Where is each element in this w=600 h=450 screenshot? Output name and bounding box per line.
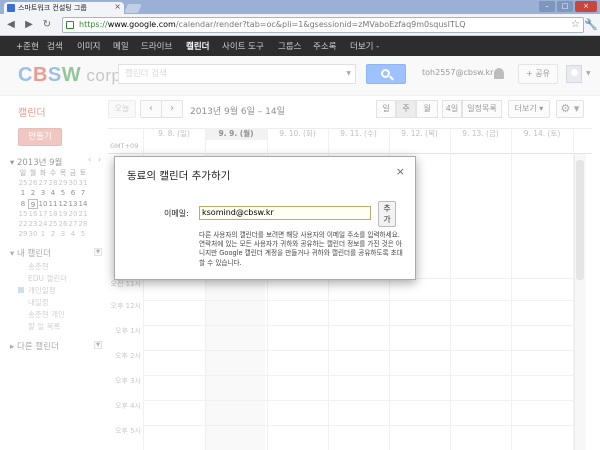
browser-titlebar: 스마트워크 컨설팅 그룹 × – □ ×	[0, 0, 600, 14]
url-domain: www.google.com	[107, 20, 176, 29]
reload-button[interactable]: ↻	[40, 18, 54, 32]
google-bar: +준현 검색 이미지 메일 드라이브 캘린더 사이트 도구 그룹스 주소록 더보…	[0, 36, 600, 56]
url-path: /calendar/render?tab=oc&pli=1&gsessionid…	[175, 20, 466, 29]
add-coworker-calendar-dialog: 동료의 캘린더 추가하기 × 이메일: ksomind@cbsw.kr 추가 다…	[114, 156, 416, 280]
calendar-favicon-icon	[7, 4, 15, 12]
gbar-item-contacts[interactable]: 주소록	[313, 40, 336, 52]
email-label: 이메일:	[164, 209, 189, 218]
minimize-button[interactable]: –	[539, 1, 555, 12]
browser-toolbar: ◀ ▶ ↻ https://www.google.com/calendar/re…	[0, 14, 600, 36]
browser-tab[interactable]: 스마트워크 컨설팅 그룹 ×	[4, 2, 124, 14]
url-scheme: https://	[79, 20, 108, 29]
new-tab-button[interactable]	[124, 4, 142, 13]
maximize-button[interactable]: □	[557, 1, 573, 12]
gbar-item-sites[interactable]: 사이트 도구	[222, 40, 264, 52]
address-bar[interactable]: https://www.google.com/calendar/render?t…	[62, 17, 584, 33]
gbar-item-calendar[interactable]: 캘린더	[186, 40, 209, 52]
dialog-close-icon[interactable]: ×	[396, 165, 405, 178]
gbar-item-images[interactable]: 이미지	[77, 40, 100, 52]
dialog-title: 동료의 캘린더 추가하기	[127, 170, 231, 182]
gbar-item-profile[interactable]: +준현	[16, 40, 39, 52]
add-button[interactable]: 추가	[378, 201, 396, 227]
back-button[interactable]: ◀	[4, 18, 18, 32]
email-field[interactable]: ksomind@cbsw.kr	[199, 206, 371, 220]
gbar-item-mail[interactable]: 메일	[113, 40, 129, 52]
wrench-icon[interactable]: 🔧	[584, 18, 598, 31]
gbar-item-more[interactable]: 더보기 -	[350, 40, 379, 52]
gbar-item-groups[interactable]: 그룹스	[278, 40, 301, 52]
window-controls: – □ ×	[539, 1, 597, 12]
gbar-item-drive[interactable]: 드라이브	[141, 40, 172, 52]
tab-title: 스마트워크 컨설팅 그룹	[18, 4, 87, 12]
close-window-button[interactable]: ×	[575, 1, 597, 12]
tab-close-icon[interactable]: ×	[114, 2, 121, 11]
dialog-help-text: 다른 사용자의 캘린더를 보려면 해당 사용자의 이메일 주소를 입력하세요. …	[199, 231, 403, 267]
lock-icon	[66, 21, 74, 29]
bookmark-star-icon[interactable]: ☆	[571, 18, 580, 32]
gbar-item-search[interactable]: 검색	[47, 40, 63, 52]
forward-button[interactable]: ▶	[22, 18, 36, 32]
